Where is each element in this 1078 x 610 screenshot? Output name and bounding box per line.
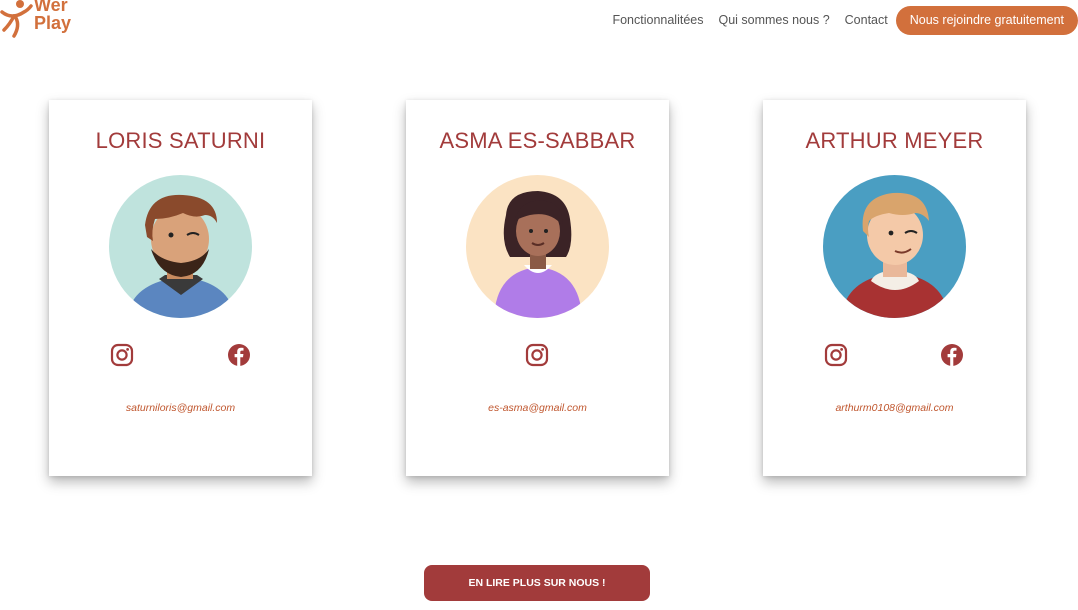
logo-line-2: Play [34,13,72,33]
avatar [823,175,966,318]
avatar [466,175,609,318]
member-name: LORIS SATURNI [95,128,266,153]
logo-line-1: Wer [34,0,68,15]
instagram-icon[interactable] [110,343,134,367]
logo[interactable]: Wer Play [0,0,80,38]
site-header: Wer Play Fonctionnalitées Qui sommes nou… [0,0,1078,40]
nav-contact-link[interactable]: Contact [845,13,888,27]
runner-logo-icon [0,0,33,38]
member-name: ARTHUR MEYER [805,128,984,153]
nav-features-link[interactable]: Fonctionnalitées [612,13,703,27]
facebook-icon[interactable] [227,343,251,367]
member-email[interactable]: saturniloris@gmail.com [49,402,312,414]
member-name: ASMA ES-SABBAR [439,128,636,153]
instagram-icon[interactable] [824,343,848,367]
nav-about-link[interactable]: Qui sommes nous ? [718,13,829,27]
join-free-button[interactable]: Nous rejoindre gratuitement [895,5,1078,35]
team-card-asma: ASMA ES-SABBAR es-asma@gmail.com [406,100,669,476]
member-email[interactable]: arthurm0108@gmail.com [763,402,1026,414]
main-nav: Fonctionnalitées Qui sommes nous ? Conta… [612,5,1078,35]
facebook-icon[interactable] [940,343,964,367]
avatar [109,175,252,318]
team-card-loris: LORIS SATURNI saturniloris@gmail.com [49,100,312,476]
team-card-arthur: ARTHUR MEYER arthurm0108@gmail.com [763,100,1026,476]
read-more-button[interactable]: EN LIRE PLUS SUR NOUS ! [424,565,650,601]
logo-text: Wer Play [34,0,71,32]
member-email[interactable]: es-asma@gmail.com [406,402,669,414]
instagram-icon[interactable] [525,343,549,367]
